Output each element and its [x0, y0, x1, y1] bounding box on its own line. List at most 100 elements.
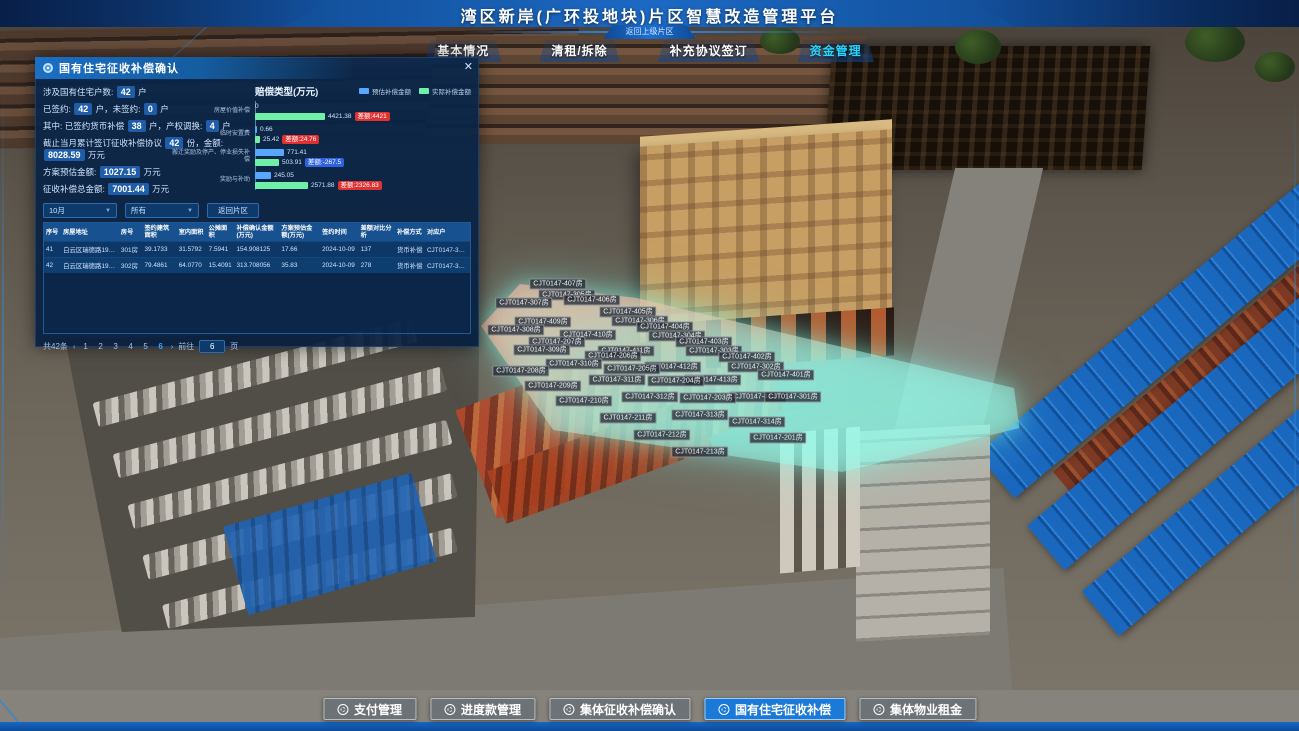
stat-label: 户，产权调换: — [147, 121, 205, 131]
column-header: 补偿确认金额(万元) — [234, 223, 279, 242]
building-label[interactable]: CJT0147-312房 — [621, 392, 678, 403]
chart-bar-line: 2571.88差额:2326.83 — [255, 180, 471, 190]
stat-label: 万元 — [141, 167, 160, 177]
chart-bar-line: 245.05 — [255, 170, 471, 180]
building-label[interactable]: CJT0147-406房 — [563, 295, 620, 306]
bottom-button-4[interactable]: 国有住宅征收补偿 — [704, 698, 845, 720]
bottom-button-5[interactable]: 集体物业租金 — [859, 698, 976, 720]
page-number-1[interactable]: 1 — [81, 342, 91, 351]
chart-bar[interactable] — [255, 126, 257, 133]
table-cell: 154.908125 — [234, 242, 279, 258]
table-cell: 2024-10-09 — [320, 242, 359, 258]
table-cell: 64.0770 — [177, 258, 207, 274]
column-header: 公摊面积 — [207, 223, 235, 242]
table-cell: 货币补偿 — [395, 258, 425, 274]
compensation-table: 序号房屋地址房号签约建筑面积室内面积公摊面积补偿确认金额(万元)方案预估金额(万… — [44, 223, 470, 273]
goto-page-input[interactable] — [199, 340, 225, 353]
chart-row: 房屋价值补偿04421.38差额:4421 — [258, 101, 471, 121]
table-cell: 137 — [359, 242, 395, 258]
building-label[interactable]: CJT0147-205房 — [603, 364, 660, 375]
stat-label: 涉及国有住宅户数: — [43, 87, 116, 97]
page-number-5[interactable]: 5 — [141, 342, 151, 351]
chart-row: 奖励与补助245.052571.88差额:2326.83 — [258, 170, 471, 190]
page-number-2[interactable]: 2 — [96, 342, 106, 351]
map-tree — [955, 30, 1001, 64]
column-header: 序号 — [44, 223, 61, 242]
tab-4[interactable]: 资金管理 — [798, 40, 874, 62]
bottom-button-label: 集体征收补偿确认 — [580, 701, 676, 718]
table-cell: 41 — [44, 242, 61, 258]
stat-value: 7001.44 — [108, 183, 149, 195]
chart-title: 赔偿类型(万元) — [255, 84, 318, 98]
building-label[interactable]: CJT0147-311房 — [589, 375, 646, 386]
building-label[interactable]: CJT0147-203房 — [679, 393, 736, 404]
table-row[interactable]: 41白云区瑞德路194号301房39.173331.57927.5941154.… — [44, 242, 470, 258]
table-cell: 白云区瑞德路194号 — [61, 242, 119, 258]
building-label[interactable]: CJT0147-307房 — [495, 298, 552, 309]
building-label[interactable]: CJT0147-407房 — [529, 279, 586, 290]
chart-bar-line: 0 — [255, 101, 471, 111]
return-area-button[interactable]: 返回片区 — [207, 203, 259, 218]
stat-label: 万元 — [150, 184, 169, 194]
stat-line-1: 涉及国有住宅户数: 42 户 — [43, 86, 251, 98]
building-label[interactable]: CJT0147-212房 — [633, 430, 690, 441]
chart-bar[interactable] — [255, 113, 325, 120]
bottom-button-label: 支付管理 — [354, 701, 402, 718]
chart-bar[interactable] — [255, 172, 271, 179]
chart-bar[interactable] — [255, 149, 284, 156]
diff-badge: 差额:2326.83 — [338, 181, 382, 190]
close-icon[interactable]: ✕ — [464, 61, 473, 73]
stat-label: 万元 — [86, 150, 105, 160]
building-label[interactable]: CJT0147-401房 — [757, 370, 814, 381]
page-suffix-label: 页 — [230, 341, 238, 352]
chart-bar[interactable] — [255, 182, 308, 189]
building-label[interactable]: CJT0147-209房 — [524, 381, 581, 392]
page-number-3[interactable]: 3 — [111, 342, 121, 351]
page-number-6[interactable]: 6 — [156, 342, 166, 351]
building-label[interactable]: CJT0147-201房 — [749, 433, 806, 444]
crosshair-circle-icon — [718, 704, 729, 715]
chart-category-label: 奖励与补助 — [169, 177, 255, 184]
chart-bars: 771.41503.91差额:-267.5 — [255, 147, 471, 167]
bottom-button-3[interactable]: 集体征收补偿确认 — [549, 698, 690, 720]
bottom-button-1[interactable]: 支付管理 — [323, 698, 416, 720]
column-header: 房号 — [119, 223, 143, 242]
tab-3[interactable]: 补充协议签订 — [658, 40, 760, 62]
chart-bar-value: 4421.38 — [328, 113, 352, 120]
chart-bar[interactable] — [255, 136, 260, 143]
building-label[interactable]: CJT0147-211房 — [600, 413, 657, 424]
table-row[interactable]: 42白云区瑞德路194号302房79.486164.077015.4091313… — [44, 258, 470, 274]
table-container: 序号房屋地址房号签约建筑面积室内面积公摊面积补偿确认金额(万元)方案预估金额(万… — [43, 222, 471, 334]
tab-2[interactable]: 清租/拆除 — [539, 40, 619, 62]
crosshair-circle-icon — [337, 704, 348, 715]
stat-line-6: 征收补偿总金额: 7001.44 万元 — [43, 183, 251, 195]
chart-category-label: 临时安置费 — [169, 131, 255, 138]
next-page-icon[interactable]: › — [171, 342, 174, 351]
building-label[interactable]: CJT0147-314房 — [728, 417, 785, 428]
diff-badge: 差额:4421 — [355, 112, 390, 121]
stat-value: 42 — [117, 86, 135, 98]
page-title: 湾区新岸(广环投地块)片区智慧改造管理平台 — [0, 3, 1299, 27]
building-label[interactable]: CJT0147-204房 — [647, 376, 704, 387]
building-label[interactable]: CJT0147-313房 — [671, 410, 728, 421]
table-cell: 2024-10-09 — [320, 258, 359, 274]
building-label[interactable]: CJT0147-310房 — [545, 359, 602, 370]
chart-bar-line: 771.41 — [255, 147, 471, 157]
back-to-parent-button[interactable]: 返回上级片区 — [604, 25, 696, 39]
prev-page-icon[interactable]: ‹ — [73, 342, 76, 351]
chart-bar-value: 503.91 — [282, 159, 302, 166]
building-label[interactable]: CJT0147-213房 — [671, 447, 728, 458]
stat-value: 42 — [74, 103, 92, 115]
building-label[interactable]: CJT0147-301房 — [764, 392, 821, 403]
building-label[interactable]: CJT0147-309房 — [513, 345, 570, 356]
building-label[interactable]: CJT0147-210房 — [555, 396, 612, 407]
chart-bar-value: 245.05 — [274, 172, 294, 179]
bottom-button-2[interactable]: 进度款管理 — [430, 698, 535, 720]
page-number-4[interactable]: 4 — [126, 342, 136, 351]
building-label[interactable]: CJT0147-308房 — [487, 325, 544, 336]
building-label[interactable]: CJT0147-208房 — [492, 366, 549, 377]
month-select[interactable]: 10月▼ — [43, 203, 117, 218]
type-select[interactable]: 所有▼ — [125, 203, 199, 218]
chart-bar[interactable] — [255, 159, 279, 166]
table-cell: 278 — [359, 258, 395, 274]
